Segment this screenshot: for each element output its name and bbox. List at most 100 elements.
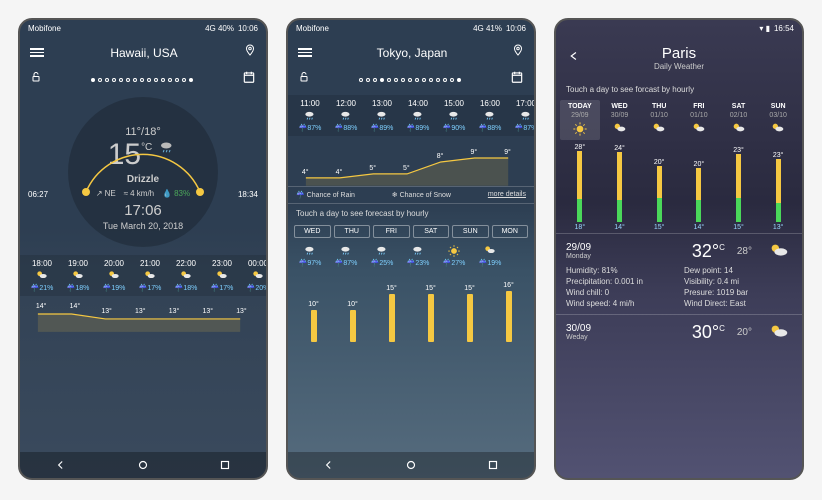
vbar-item: 23° 15° [719, 144, 759, 231]
daily-item: ☔23% [400, 242, 436, 269]
lock-icon[interactable] [298, 70, 310, 89]
detail-grid: Humidity: 81%Dew point: 14 Precipitation… [566, 266, 792, 308]
screen-tokyo: Mobifone 4G 41%10:06 Tokyo, Japan 11:00☔… [286, 18, 536, 480]
hourly-item[interactable]: 20:00☔19% [96, 257, 132, 294]
screen-paris: ▾ ▮16:54 Paris Daily Weather Touch a day… [554, 18, 804, 480]
day-tab[interactable]: TODAY29/09 [560, 100, 600, 140]
status-bar: Mobifone 4G 41%10:06 [288, 20, 534, 37]
home-nav-icon[interactable] [136, 458, 150, 472]
lock-icon[interactable] [30, 70, 42, 89]
status-bar: Mobifone 4G 40% 10:06 [20, 20, 266, 37]
svg-text:13°: 13° [236, 307, 247, 315]
subtitle: Daily Weather [590, 62, 768, 71]
vbar-item: 20° 15° [639, 144, 679, 231]
partly-cloudy-icon [766, 240, 792, 262]
day-button[interactable]: SUN [452, 225, 489, 238]
daily-item: ☔19% [472, 242, 508, 269]
day-tab[interactable]: SUN03/10 [758, 100, 798, 140]
current-weather: 06:27 18:34 11°/18° 15°C Drizzle ↗ NE ≈ … [20, 95, 266, 255]
bar-item: 15° [450, 285, 489, 342]
svg-text:14°: 14° [70, 302, 81, 310]
top-bar: Hawaii, USA [20, 37, 266, 68]
location-pin-icon[interactable] [512, 43, 524, 62]
day-detail-2[interactable]: 30/09Weday 30°C 20° [556, 314, 802, 349]
daily-item: ☔25% [364, 242, 400, 269]
day-tab[interactable]: THU01/10 [639, 100, 679, 140]
home-nav-icon[interactable] [404, 458, 418, 472]
android-nav [20, 452, 266, 478]
menu-icon[interactable] [30, 48, 44, 57]
recent-nav-icon[interactable] [486, 458, 500, 472]
status-right: 4G 40% 10:06 [205, 24, 258, 33]
hourly-item[interactable]: 22:00☔18% [168, 257, 204, 294]
day-detail-1[interactable]: 29/09Monday 32°C 28° Humidity: 81%Dew po… [556, 233, 802, 314]
hourly-item[interactable]: 00:00☔20% [240, 257, 266, 294]
more-details-link[interactable]: more details [488, 191, 526, 199]
sub-bar [288, 68, 534, 95]
hourly-row[interactable]: 18:00☔21%19:00☔18%20:00☔19%21:00☔17%22:0… [20, 255, 266, 296]
svg-text:9°: 9° [504, 148, 511, 156]
daily-item: ☔97% [292, 242, 328, 269]
day-button[interactable]: FRI [373, 225, 410, 238]
screen-hawaii: Mobifone 4G 40% 10:06 Hawaii, USA 06:27 … [18, 18, 268, 480]
hourly-item[interactable]: 11:00☔87% [292, 97, 328, 134]
svg-text:5°: 5° [369, 164, 376, 172]
back-icon[interactable] [566, 49, 580, 68]
day-tab[interactable]: SAT02/10 [719, 100, 759, 140]
hourly-item[interactable]: 19:00☔18% [60, 257, 96, 294]
recent-nav-icon[interactable] [218, 458, 232, 472]
vbar-item: 28° 18° [560, 144, 600, 231]
top-bar: Tokyo, Japan [288, 37, 534, 68]
location-pin-icon[interactable] [244, 43, 256, 62]
touch-hint: Touch a day to see forecast by hourly [288, 204, 534, 223]
hourly-item[interactable]: 14:00☔89% [400, 97, 436, 134]
hourly-chart: 14°14° 13°13° 13°13° 13° [24, 296, 262, 332]
day-tab[interactable]: WED30/09 [600, 100, 640, 140]
android-nav [288, 452, 534, 478]
day-button[interactable]: WED [294, 225, 331, 238]
hourly-item[interactable]: 18:00☔21% [24, 257, 60, 294]
back-nav-icon[interactable] [322, 458, 336, 472]
page-indicator[interactable] [91, 78, 193, 82]
day-button[interactable]: SAT [413, 225, 450, 238]
hourly-item[interactable]: 21:00☔17% [132, 257, 168, 294]
chance-rain: ☔ Chance of Rain [296, 191, 355, 199]
hourly-item[interactable]: 16:00☔88% [472, 97, 508, 134]
legend-row: ☔ Chance of Rain ❄ Chance of Snow more d… [288, 186, 534, 204]
carrier: Mobifone [28, 24, 61, 33]
calendar-icon[interactable] [510, 70, 524, 89]
partly-cloudy-icon [766, 321, 792, 343]
day-tab[interactable]: FRI01/10 [679, 100, 719, 140]
bar-item: 15° [372, 285, 411, 342]
daily-item: ☔87% [328, 242, 364, 269]
svg-text:5°: 5° [403, 164, 410, 172]
week-row: TODAY29/09WED30/09THU01/10FRI01/10SAT02/… [556, 100, 802, 140]
menu-icon[interactable] [298, 48, 312, 57]
svg-text:8°: 8° [437, 152, 444, 160]
bar-item: 15° [411, 285, 450, 342]
hourly-item[interactable]: 17:00☔87% [508, 97, 534, 134]
city-title: Paris [590, 45, 768, 62]
bar-item: 16° [489, 282, 528, 342]
week-bars: 28° 18° 24° 14° 20° 15° 20° 14° 23° 15° … [556, 140, 802, 233]
bar-item: 10° [294, 301, 333, 342]
sunset-time: 18:34 [238, 190, 258, 199]
svg-text:4°: 4° [302, 168, 309, 176]
hourly-item[interactable]: 12:00☔88% [328, 97, 364, 134]
back-nav-icon[interactable] [54, 458, 68, 472]
hourly-item[interactable]: 23:00☔17% [204, 257, 240, 294]
hourly-item[interactable]: 13:00☔89% [364, 97, 400, 134]
daily-icons-row: ☔97%☔87%☔25%☔23%☔27%☔19% [288, 240, 534, 271]
day-button[interactable]: MON [492, 225, 529, 238]
touch-hint: Touch a day to see forcast by hourly [556, 79, 802, 100]
day-button[interactable]: THU [334, 225, 371, 238]
page-indicator[interactable] [359, 78, 461, 82]
location-title[interactable]: Hawaii, USA [110, 46, 177, 60]
calendar-icon[interactable] [242, 70, 256, 89]
location-title[interactable]: Tokyo, Japan [377, 46, 448, 60]
status-bar: ▾ ▮16:54 [556, 20, 802, 37]
svg-text:13°: 13° [135, 307, 146, 315]
hourly-item[interactable]: 15:00☔90% [436, 97, 472, 134]
hourly-row[interactable]: 11:00☔87%12:00☔88%13:00☔89%14:00☔89%15:0… [288, 95, 534, 136]
sun-arc [68, 97, 218, 247]
